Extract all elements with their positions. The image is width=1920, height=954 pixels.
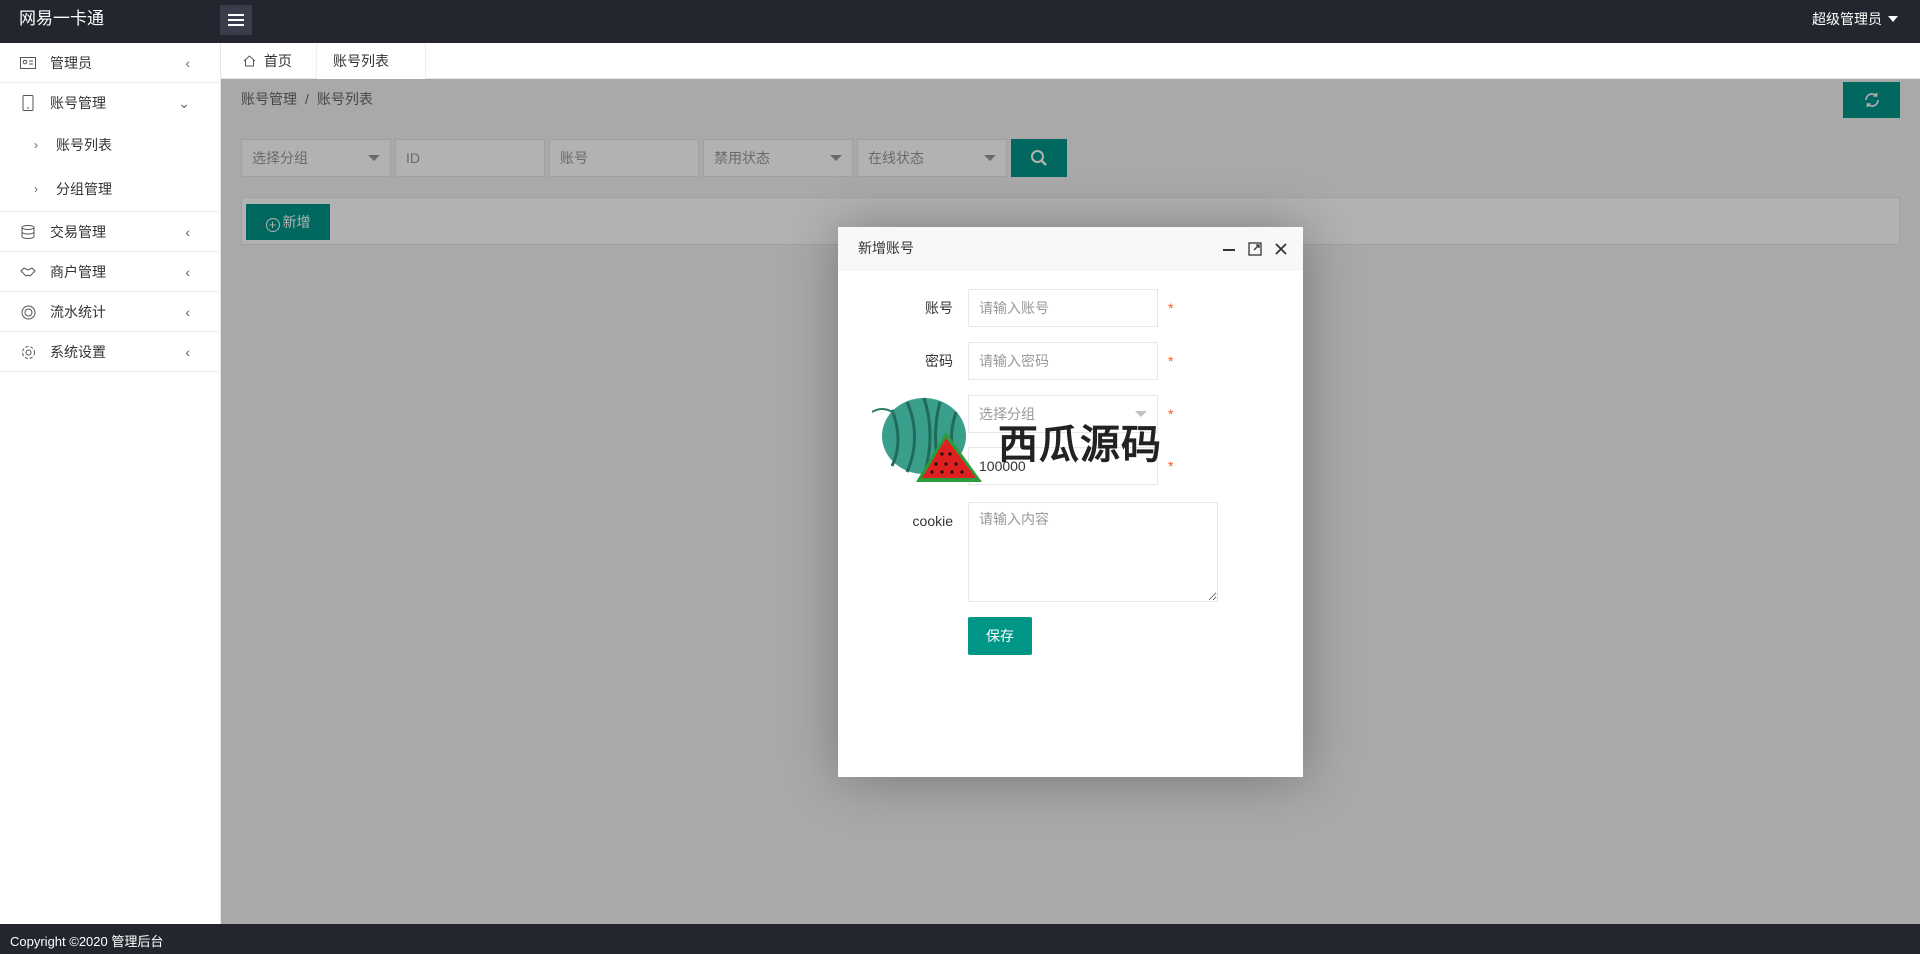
menu-bars-icon: [228, 11, 244, 29]
sidebar-item-account-list[interactable]: › 账号列表: [0, 123, 220, 167]
caret-down-icon: [1888, 16, 1898, 22]
dialog-title: 新增账号: [858, 240, 914, 256]
account-field[interactable]: [968, 289, 1158, 327]
sidebar-item-label: 账号管理: [50, 95, 106, 111]
sidebar-item-stats[interactable]: 流水统计 ‹: [0, 292, 220, 332]
chevron-right-icon: ›: [34, 182, 38, 196]
sidebar-item-label: 商户管理: [50, 264, 106, 280]
user-menu[interactable]: 超级管理员: [1812, 0, 1898, 38]
form-row-amount: *: [838, 447, 1303, 485]
minimize-icon[interactable]: [1221, 241, 1237, 257]
account-label: 账号: [925, 300, 953, 316]
sidebar-item-merchant[interactable]: 商户管理 ‹: [0, 252, 220, 292]
gear-icon: [20, 332, 36, 372]
tab-label: 账号列表: [333, 53, 389, 69]
tab-label: 首页: [263, 53, 292, 69]
form-row-account: 账号 *: [838, 289, 1303, 327]
id-card-icon: [20, 43, 36, 83]
sidebar-item-label: 系统设置: [50, 344, 106, 360]
home-icon: [243, 53, 264, 69]
chevron-left-icon: ‹: [185, 264, 190, 280]
group-select-field[interactable]: 选择分组: [968, 395, 1158, 433]
user-name: 超级管理员: [1812, 11, 1882, 27]
chevron-right-icon: ›: [34, 138, 38, 152]
form-row-password: 密码 *: [838, 342, 1303, 380]
page-tabs: 首页 账号列表 ✕: [221, 43, 1920, 105]
amount-field[interactable]: [968, 447, 1158, 485]
chevron-left-icon: ‹: [185, 55, 190, 71]
password-label: 密码: [925, 353, 953, 369]
sidebar-item-label: 交易管理: [50, 224, 106, 240]
cookie-textarea[interactable]: [968, 502, 1218, 602]
add-account-dialog: 新增账号 账号 * 密码 * 选择分组 * * cookie 保存: [838, 227, 1303, 777]
chevron-left-icon: ‹: [185, 224, 190, 240]
sidebar-item-settings[interactable]: 系统设置 ‹: [0, 332, 220, 372]
tab-home[interactable]: 首页: [221, 43, 316, 79]
save-button[interactable]: 保存: [968, 617, 1032, 655]
handshake-icon: [20, 252, 36, 292]
dialog-header: 新增账号: [838, 227, 1303, 270]
sidebar-item-label: 流水统计: [50, 304, 106, 320]
group-select-placeholder: 选择分组: [979, 406, 1035, 422]
chevron-left-icon: ‹: [185, 344, 190, 360]
password-field[interactable]: [968, 342, 1158, 380]
sidebar-item-group-mgmt[interactable]: › 分组管理: [0, 167, 220, 211]
app-logo: 网易一卡通: [19, 9, 104, 28]
sidebar-item-account-mgmt[interactable]: 账号管理 ⌄: [0, 83, 220, 123]
form-row-group: 选择分组 *: [838, 395, 1303, 433]
sidebar: 管理员 ‹ 账号管理 ⌄ › 账号列表 › 分组管理 交易管理 ‹ 商户管理 ‹…: [0, 43, 221, 924]
sidebar-item-admin[interactable]: 管理员 ‹: [0, 43, 220, 83]
dialog-controls: [1221, 227, 1289, 270]
phone-icon: [20, 83, 36, 123]
required-mark: *: [1168, 406, 1174, 422]
caret-down-icon: [1135, 411, 1147, 417]
close-icon[interactable]: [1273, 241, 1289, 257]
sidebar-item-trade[interactable]: 交易管理 ‹: [0, 212, 220, 252]
copyright-text: Copyright ©2020 管理后台: [10, 934, 164, 949]
menu-toggle-button[interactable]: [220, 5, 252, 35]
required-mark: *: [1168, 300, 1174, 316]
chart-circle-icon: [20, 292, 36, 332]
form-row-cookie: cookie: [838, 502, 1303, 602]
sidebar-group-account: 账号管理 ⌄ › 账号列表 › 分组管理: [0, 83, 220, 212]
cookie-label: cookie: [912, 513, 953, 529]
required-mark: *: [1168, 458, 1174, 474]
sidebar-item-label: 账号列表: [56, 137, 112, 153]
top-header: 网易一卡通 超级管理员: [0, 0, 1920, 43]
footer: Copyright ©2020 管理后台: [0, 924, 1920, 954]
required-mark: *: [1168, 353, 1174, 369]
database-icon: [20, 212, 36, 252]
chevron-down-icon: ⌄: [178, 95, 190, 111]
sidebar-item-label: 管理员: [50, 55, 92, 71]
maximize-icon[interactable]: [1247, 241, 1263, 257]
chevron-left-icon: ‹: [185, 304, 190, 320]
sidebar-item-label: 分组管理: [56, 181, 112, 197]
tab-account-list[interactable]: 账号列表 ✕: [316, 43, 426, 105]
